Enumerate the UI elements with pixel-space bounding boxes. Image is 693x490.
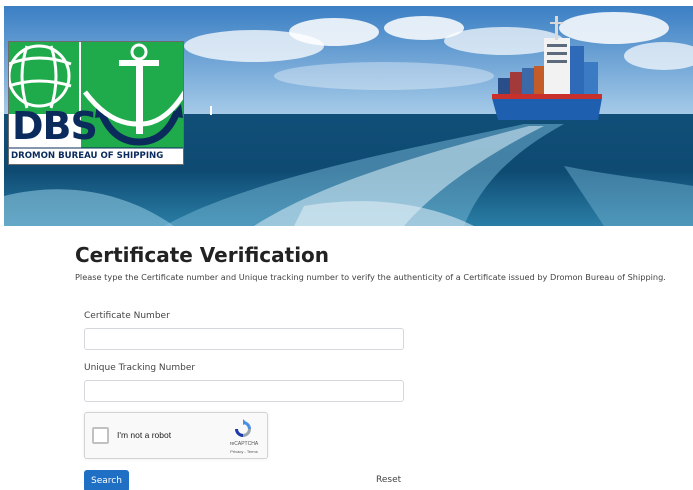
certificate-verification-page: DBS DROMON BUREAU OF SHIPPING Certificat…: [0, 0, 693, 490]
page-description: Please type the Certificate number and U…: [75, 272, 666, 282]
logo-mark: DBS: [12, 104, 98, 148]
reset-button[interactable]: Reset: [376, 472, 401, 488]
recaptcha-checkbox[interactable]: [92, 427, 109, 444]
recaptcha-privacy-terms-link[interactable]: Privacy - Terms: [223, 449, 265, 454]
header-banner: DBS DROMON BUREAU OF SHIPPING: [4, 6, 693, 226]
page-title: Certificate Verification: [75, 243, 330, 267]
recaptcha-icon: [235, 419, 251, 437]
recaptcha-brand: reCAPTCHA: [229, 441, 259, 447]
search-button[interactable]: Search: [84, 470, 129, 490]
logo-company-name: DROMON BUREAU OF SHIPPING: [11, 151, 164, 161]
tracking-number-label: Unique Tracking Number: [84, 363, 196, 373]
recaptcha-widget: I'm not a robot reCAPTCHA Privacy - Term…: [84, 412, 268, 459]
certificate-number-input[interactable]: [84, 328, 404, 350]
tracking-number-input[interactable]: [84, 380, 404, 402]
recaptcha-label: I'm not a robot: [117, 430, 172, 440]
certificate-number-label: Certificate Number: [84, 311, 170, 321]
company-logo: DBS DROMON BUREAU OF SHIPPING: [8, 41, 184, 165]
